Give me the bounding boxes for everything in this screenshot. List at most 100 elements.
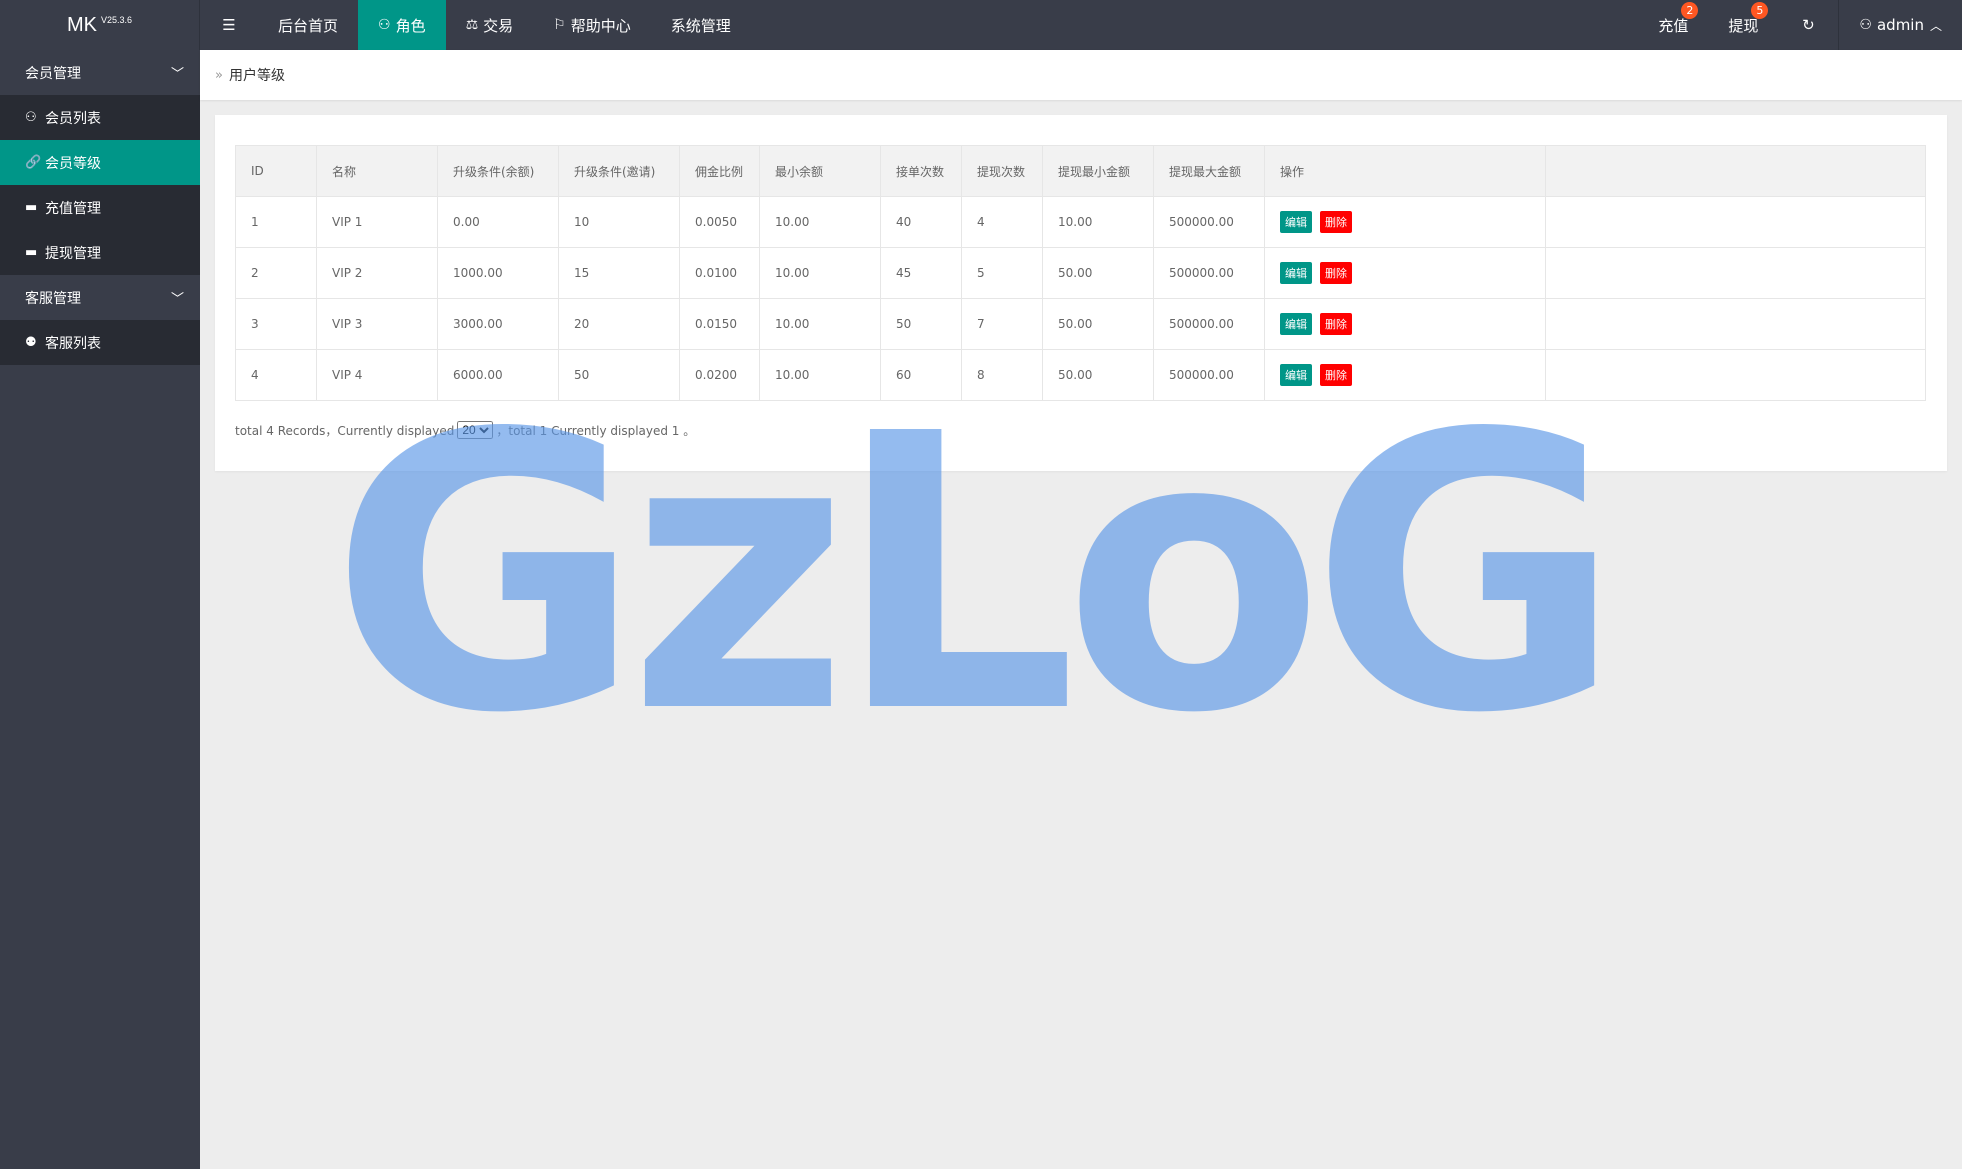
cell-filler [1545,349,1926,401]
user-name: admin [1876,16,1924,34]
delete-button[interactable]: 删除 [1320,313,1352,335]
cell-filler [1545,247,1926,299]
sidebar-item-member-list[interactable]: ⚇ 会员列表 [0,95,200,140]
user-icon: ⚇ [378,17,391,33]
refresh-button[interactable]: ↻ [1778,0,1838,50]
breadcrumb-current: 用户等级 [228,68,285,84]
cell-withdraw-min: 50.00 [1042,349,1154,401]
sidebar-group-label: 客服管理 [25,290,81,307]
col-actions: 操作 [1264,145,1546,197]
cell-name: VIP 1 [316,196,438,248]
cell-withdraw-max: 500000.00 [1153,298,1265,350]
col-withdraw-count: 提现次数 [961,145,1043,197]
col-min-balance: 最小余额 [759,145,881,197]
top-nav: ☰ 后台首页 ⚇ 角色 ⚖ 交易 ⚐ 帮助中心 系统管理 [200,0,751,50]
logo-text: MK [66,13,97,36]
users-icon: ⚉ [25,335,37,350]
edit-button[interactable]: 编辑 [1280,211,1312,233]
user-icon: ⚇ [1859,17,1872,33]
cell-withdraw-max: 500000.00 [1153,349,1265,401]
sidebar-group-service[interactable]: 客服管理 ﹀ [0,275,200,320]
level-table: ID 名称 升级条件(余额) 升级条件(邀请) 佣金比例 最小余额 接单次数 提… [235,145,1926,401]
nav-trade-label: 交易 [483,16,514,35]
edit-button[interactable]: 编辑 [1280,364,1312,386]
cell-upgrade-balance: 3000.00 [437,298,559,350]
cell-commission: 0.0100 [679,247,760,299]
cell-id: 1 [235,196,317,248]
delete-button[interactable]: 删除 [1320,364,1352,386]
cell-withdraw-min: 10.00 [1042,196,1154,248]
cell-withdraw-max: 500000.00 [1153,196,1265,248]
nav-trade[interactable]: ⚖ 交易 [446,0,534,50]
cell-commission: 0.0150 [679,298,760,350]
cell-withdraw-min: 50.00 [1042,298,1154,350]
cell-actions: 编辑 删除 [1264,298,1546,350]
sidebar-item-withdraw[interactable]: ▬ 提现管理 [0,230,200,275]
sidebar-group-label: 会员管理 [25,65,81,82]
cell-actions: 编辑 删除 [1264,196,1546,248]
col-id: ID [235,145,317,197]
cell-upgrade-invite: 50 [558,349,680,401]
delete-button[interactable]: 删除 [1320,262,1352,284]
table-row: 4 VIP 4 6000.00 50 0.0200 10.00 60 8 50.… [235,349,1926,401]
cell-withdraw-count: 5 [961,247,1043,299]
app-logo[interactable]: MK V25.3.6 [0,0,200,50]
cell-upgrade-invite: 10 [558,196,680,248]
sidebar-item-member-level[interactable]: 🔗 会员等级 [0,140,200,185]
delete-button[interactable]: 删除 [1320,211,1352,233]
col-withdraw-min: 提现最小金额 [1042,145,1154,197]
cell-order-count: 45 [880,247,962,299]
nav-help[interactable]: ⚐ 帮助中心 [533,0,651,50]
pager-suffix: ，total 1 Currently displayed 1 。 [496,423,696,438]
chevron-down-icon: ﹀ [170,67,184,82]
sidebar-item-label: 会员列表 [45,110,101,127]
table-row: 3 VIP 3 3000.00 20 0.0150 10.00 50 7 50.… [235,298,1926,350]
nav-role[interactable]: ⚇ 角色 [358,0,446,50]
recharge-badge: 2 [1681,2,1699,19]
flag-icon: ⚐ [553,17,566,33]
cell-upgrade-balance: 0.00 [437,196,559,248]
breadcrumb: » 用户等级 [200,50,1962,100]
table-row: 1 VIP 1 0.00 10 0.0050 10.00 40 4 10.00 … [235,196,1926,248]
col-withdraw-max: 提现最大金额 [1153,145,1265,197]
withdraw-button[interactable]: 提现 5 [1708,0,1778,50]
chevron-up-icon: ︿ [1929,18,1942,33]
edit-button[interactable]: 编辑 [1280,313,1312,335]
menu-toggle-button[interactable]: ☰ [200,0,258,50]
user-menu[interactable]: ⚇ admin ︿ [1838,0,1962,50]
cell-commission: 0.0200 [679,349,760,401]
sidebar: 会员管理 ﹀ ⚇ 会员列表 🔗 会员等级 ▬ 充值管理 ▬ 提现管理 客服管理 … [0,50,200,1169]
cell-min-balance: 10.00 [759,298,881,350]
edit-button[interactable]: 编辑 [1280,262,1312,284]
cell-min-balance: 10.00 [759,349,881,401]
sidebar-item-label: 充值管理 [45,200,101,217]
cell-actions: 编辑 删除 [1264,349,1546,401]
table-header-row: ID 名称 升级条件(余额) 升级条件(邀请) 佣金比例 最小余额 接单次数 提… [235,145,1926,197]
cell-upgrade-balance: 6000.00 [437,349,559,401]
nav-system[interactable]: 系统管理 [651,0,751,50]
table-row: 2 VIP 2 1000.00 15 0.0100 10.00 45 5 50.… [235,247,1926,299]
cell-id: 4 [235,349,317,401]
col-upgrade-balance: 升级条件(余额) [437,145,559,197]
nav-home-label: 后台首页 [278,16,339,35]
recharge-button[interactable]: 充值 2 [1638,0,1708,50]
col-name: 名称 [316,145,438,197]
sidebar-item-service-list[interactable]: ⚉ 客服列表 [0,320,200,365]
col-filler [1545,145,1926,197]
col-commission: 佣金比例 [679,145,760,197]
cell-upgrade-invite: 15 [558,247,680,299]
sidebar-item-recharge[interactable]: ▬ 充值管理 [0,185,200,230]
cell-actions: 编辑 删除 [1264,247,1546,299]
cell-commission: 0.0050 [679,196,760,248]
cell-withdraw-max: 500000.00 [1153,247,1265,299]
sidebar-group-members[interactable]: 会员管理 ﹀ [0,50,200,95]
chevron-down-icon: ﹀ [170,292,184,307]
sidebar-item-label: 客服列表 [45,335,101,352]
cell-withdraw-count: 7 [961,298,1043,350]
sidebar-item-label: 提现管理 [45,245,101,262]
app-version: V25.3.6 [100,15,133,25]
withdraw-badge: 5 [1751,2,1769,19]
cell-name: VIP 4 [316,349,438,401]
nav-home[interactable]: 后台首页 [258,0,358,50]
page-size-select[interactable]: 20 [457,421,494,439]
